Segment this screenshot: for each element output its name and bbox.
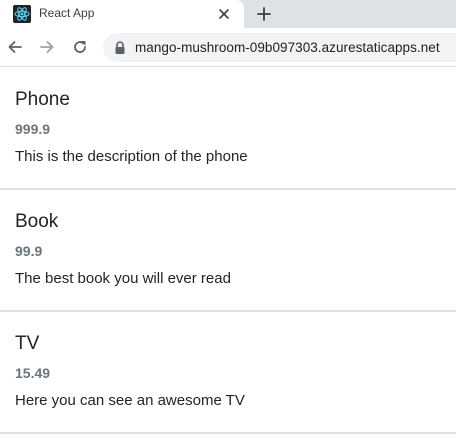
product-description: This is the description of the phone xyxy=(15,148,248,165)
close-icon[interactable] xyxy=(214,4,234,24)
reload-button[interactable] xyxy=(69,36,91,58)
plus-icon xyxy=(257,7,271,21)
browser-toolbar: mango-mushroom-09b097303.azurestaticapps… xyxy=(0,28,456,67)
tab-title: React App xyxy=(39,6,95,20)
react-logo-icon xyxy=(13,5,31,23)
new-tab-button[interactable] xyxy=(252,2,276,26)
forward-button[interactable] xyxy=(36,36,58,58)
reload-icon xyxy=(74,41,86,53)
arrow-left-icon xyxy=(8,41,22,53)
product-item-phone: Phone 999.9 This is the description of t… xyxy=(0,68,456,190)
browser-tab[interactable]: React App xyxy=(0,0,244,28)
back-button[interactable] xyxy=(4,36,26,58)
arrow-right-icon xyxy=(40,41,54,53)
product-item-book: Book 99.9 The best book you will ever re… xyxy=(0,190,456,312)
product-price: 999.9 xyxy=(15,121,51,137)
product-name: TV xyxy=(15,333,40,354)
product-name: Phone xyxy=(15,89,70,110)
address-bar[interactable]: mango-mushroom-09b097303.azurestaticapps… xyxy=(103,33,456,62)
product-name: Book xyxy=(15,211,59,232)
lock-icon[interactable] xyxy=(114,41,126,54)
product-item-tv: TV 15.49 Here you can see an awesome TV xyxy=(0,312,456,434)
product-description: Here you can see an awesome TV xyxy=(15,392,245,409)
product-list: Phone 999.9 This is the description of t… xyxy=(0,68,456,434)
product-price: 15.49 xyxy=(15,365,51,381)
product-price: 99.9 xyxy=(15,243,43,259)
tab-strip: React App xyxy=(0,0,456,28)
url-text[interactable]: mango-mushroom-09b097303.azurestaticapps… xyxy=(135,40,440,55)
product-description: The best book you will ever read xyxy=(15,270,231,287)
